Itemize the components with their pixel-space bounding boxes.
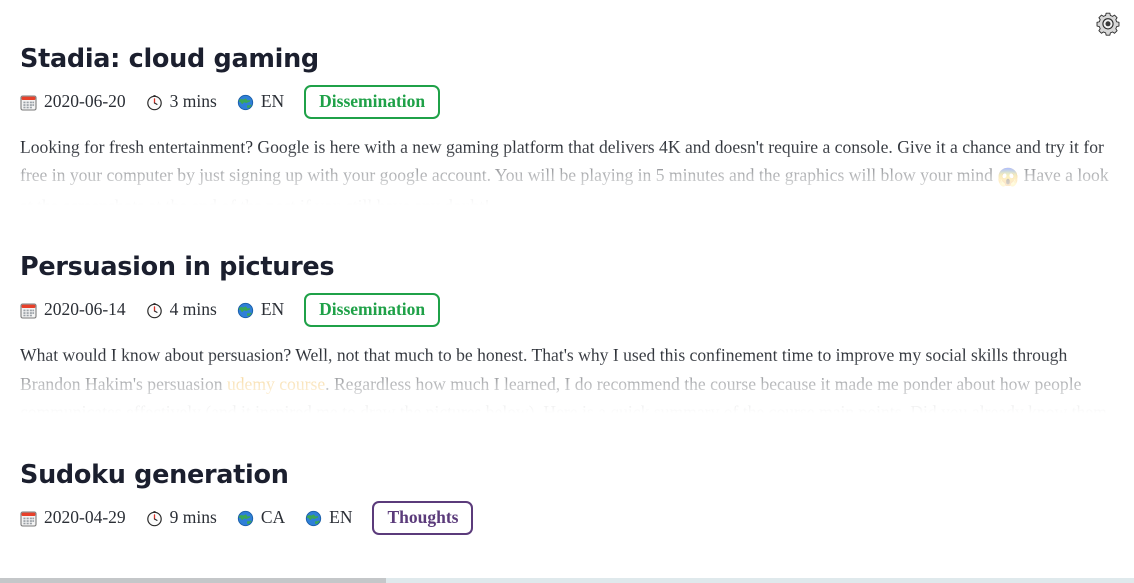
post-reading-time-text: 4 mins [169, 299, 217, 320]
post-item[interactable]: Sudoku generation 2020-04-29 9 mins CA E… [0, 460, 1134, 536]
post-date-text: 2020-06-20 [44, 91, 126, 112]
post-date: 2020-04-29 [20, 509, 126, 527]
excerpt-link[interactable]: udemy course [227, 374, 325, 394]
post-meta: 2020-06-20 3 mins EN Dissemination [20, 85, 1114, 120]
post-tag[interactable]: Dissemination [304, 293, 441, 328]
post-language-text: CA [260, 507, 286, 528]
post-item[interactable]: Stadia: cloud gaming 2020-06-20 3 mins E… [0, 44, 1134, 205]
post-excerpt-text: Looking for fresh entertainment? Google … [20, 137, 1104, 186]
calendar-icon [20, 510, 37, 527]
post-date-text: 2020-06-14 [44, 299, 126, 320]
excerpt-emoji: 😱 [997, 167, 1020, 188]
post-reading-time: 3 mins [146, 93, 217, 111]
post-language-text: EN [260, 91, 285, 112]
post-item[interactable]: Persuasion in pictures 2020-06-14 4 mins… [0, 252, 1134, 413]
clock-icon [146, 94, 163, 111]
clock-icon [146, 510, 163, 527]
post-reading-time-text: 9 mins [169, 507, 217, 528]
post-language-text: EN [260, 299, 285, 320]
blog-post-list-page: Stadia: cloud gaming 2020-06-20 3 mins E… [0, 0, 1134, 583]
post-language-secondary: EN [305, 509, 352, 527]
calendar-icon [20, 302, 37, 319]
post-language-secondary-text: EN [329, 507, 353, 528]
post-language: EN [237, 301, 284, 319]
globe-icon [305, 510, 322, 527]
post-title[interactable]: Sudoku generation [20, 460, 1114, 490]
post-title[interactable]: Stadia: cloud gaming [20, 44, 1114, 74]
post-list: Stadia: cloud gaming 2020-06-20 3 mins E… [0, 0, 1134, 549]
clock-icon [146, 302, 163, 319]
post-reading-time-text: 3 mins [169, 91, 217, 112]
post-meta: 2020-06-14 4 mins EN Dissemination [20, 293, 1114, 328]
reading-progress-fill [0, 578, 386, 583]
globe-icon [237, 510, 254, 527]
post-reading-time: 9 mins [146, 509, 217, 527]
globe-icon [237, 302, 254, 319]
post-excerpt: What would I know about persuasion? Well… [20, 341, 1114, 413]
post-reading-time: 4 mins [146, 301, 217, 319]
post-tag[interactable]: Dissemination [304, 85, 441, 120]
post-title[interactable]: Persuasion in pictures [20, 252, 1114, 282]
calendar-icon [20, 94, 37, 111]
post-excerpt: Looking for fresh entertainment? Google … [20, 133, 1114, 205]
post-language: EN [237, 93, 284, 111]
post-date: 2020-06-14 [20, 301, 126, 319]
post-tag[interactable]: Thoughts [372, 501, 474, 536]
post-date: 2020-06-20 [20, 93, 126, 111]
reading-progress-bar[interactable] [0, 578, 1134, 583]
post-separator [0, 413, 1134, 460]
post-meta: 2020-04-29 9 mins CA EN Thoughts [20, 501, 1114, 536]
post-language: CA [237, 509, 285, 527]
post-separator [0, 205, 1134, 252]
post-date-text: 2020-04-29 [44, 507, 126, 528]
globe-icon [237, 94, 254, 111]
